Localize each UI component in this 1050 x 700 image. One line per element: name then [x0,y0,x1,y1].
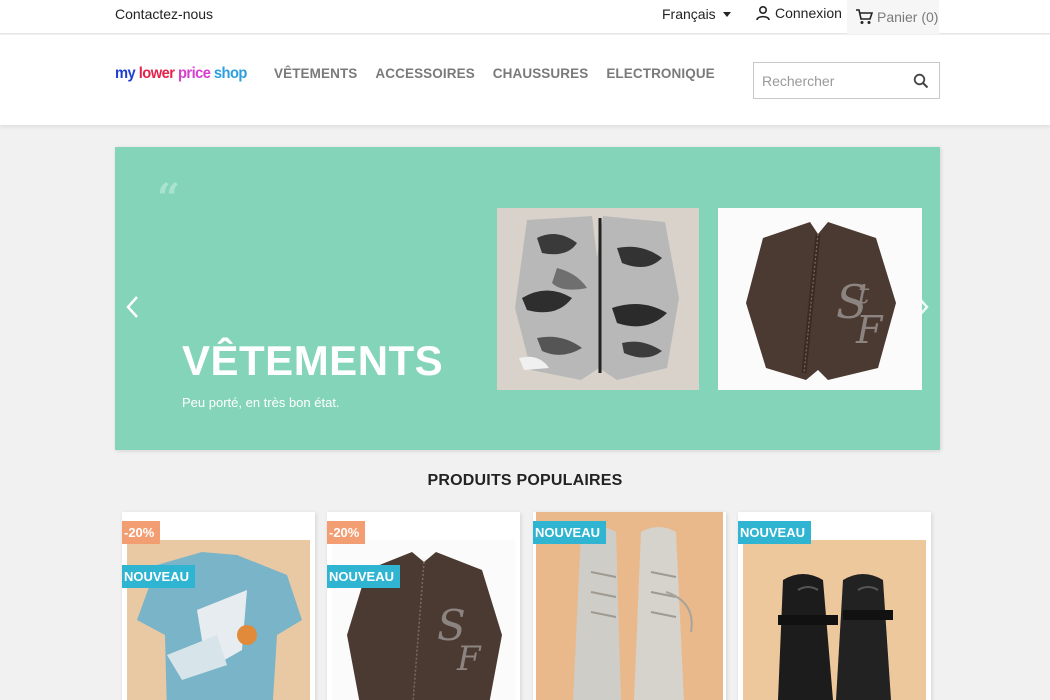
search-input[interactable] [754,63,904,98]
new-badge: NOUVEAU [122,565,196,588]
product-card[interactable]: NOUVEAU [533,512,726,700]
banner-title: VÊTEMENTS [182,337,444,384]
nav-item-electronique[interactable]: ELECTRONIQUE [606,66,714,81]
logo-part-shop: shop [213,65,248,82]
product-card[interactable]: S F -20% NOUVEAU [327,512,520,700]
search-icon[interactable] [913,73,929,89]
new-badge: NOUVEAU [533,521,607,544]
caret-down-icon [722,11,731,17]
brown-jacket-image: S t F [718,208,922,390]
quote-icon: “ [157,175,181,222]
nav-item-accessoires[interactable]: ACCESSOIRES [375,66,474,81]
nav-item-vetements[interactable]: VÊTEMENTS [274,66,357,81]
top-bar: Contactez-nous Français Connexion Panier… [0,0,1050,34]
product-card[interactable]: NOUVEAU [738,512,931,700]
camo-jacket-image [497,208,699,390]
new-badge: NOUVEAU [327,565,401,588]
shop-logo[interactable]: my lower price shop [115,65,247,83]
carousel-prev-icon[interactable] [125,295,141,319]
language-label: Français [662,6,716,22]
main-nav: VÊTEMENTS ACCESSOIRES CHAUSSURES ELECTRO… [274,66,715,81]
login-label: Connexion [775,5,842,21]
product-card[interactable]: -20% NOUVEAU [122,512,315,700]
user-icon [756,5,770,21]
search-box [753,62,940,99]
login-link[interactable]: Connexion [755,5,842,21]
nav-item-chaussures[interactable]: CHAUSSURES [493,66,589,81]
new-badge: NOUVEAU [738,521,812,544]
product-image-shoes [743,540,926,700]
product-image-jacket: S F [332,540,515,700]
logo-part-price: price [177,65,214,82]
svg-text:F: F [855,308,884,352]
logo-part-lower: lower [138,65,178,82]
hero-carousel: “ VÊTEMENTS Peu porté, en très bon état. [115,147,940,450]
banner-subtitle: Peu porté, en très bon état. [182,395,340,410]
cart-button[interactable]: Panier (0) [847,0,939,34]
product-image-tshirt [127,540,310,700]
discount-badge: -20% [122,521,161,544]
section-title: PRODUITS POPULAIRES [427,472,623,489]
logo-part-my: my [115,65,139,82]
cart-label: Panier (0) [877,9,939,25]
svg-text:t: t [858,277,870,310]
main-header: my lower price shop VÊTEMENTS ACCESSOIRE… [0,35,1050,125]
contact-link[interactable]: Contactez-nous [115,6,213,22]
cart-icon [856,9,873,24]
svg-text:F: F [456,639,482,679]
language-selector[interactable]: Français [662,6,731,22]
discount-badge: -20% [327,521,366,544]
